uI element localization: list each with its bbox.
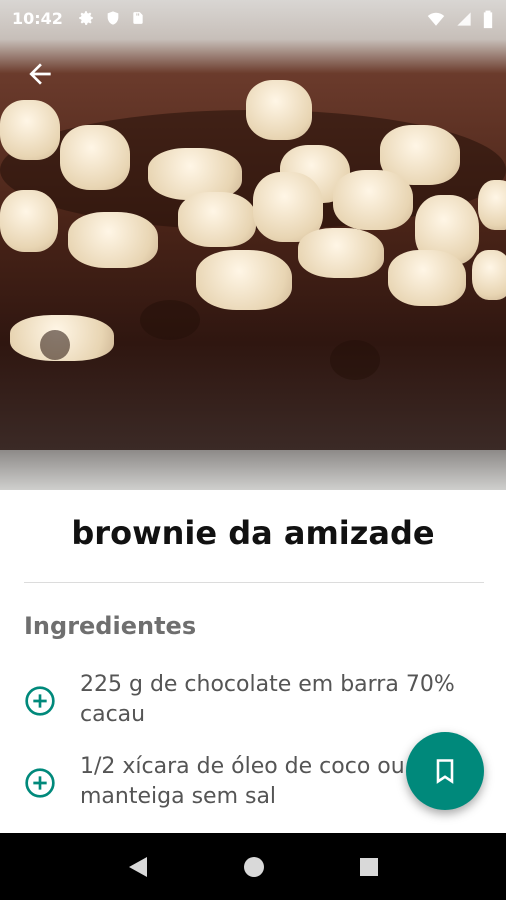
ingredient-item: 225 g de chocolate em barra 70% cacau [24,670,494,730]
signal-icon [457,12,471,26]
recents-square-icon[interactable] [359,857,379,877]
status-bar: 10:42 [0,0,506,36]
divider [24,582,484,583]
arrow-back-icon[interactable] [24,58,56,90]
battery-icon [483,10,493,29]
wifi-icon [427,12,445,26]
recipe-title: brownie da amizade [71,514,435,552]
ingredients-heading: Ingredientes [24,612,197,640]
home-circle-icon[interactable] [243,856,265,878]
sd-card-icon [133,12,143,24]
ingredient-text: 225 g de chocolate em barra 70% cacau [80,672,455,727]
add-circle-icon[interactable] [24,767,56,799]
add-circle-icon[interactable] [24,685,56,717]
shield-icon [107,11,119,25]
bookmark-button[interactable] [406,732,484,810]
status-time: 10:42 [12,8,63,28]
gear-icon [79,11,93,25]
system-nav-bar [0,833,506,900]
recipe-hero-image [0,0,506,490]
bookmark-icon [436,759,454,784]
back-triangle-icon[interactable] [127,855,149,879]
